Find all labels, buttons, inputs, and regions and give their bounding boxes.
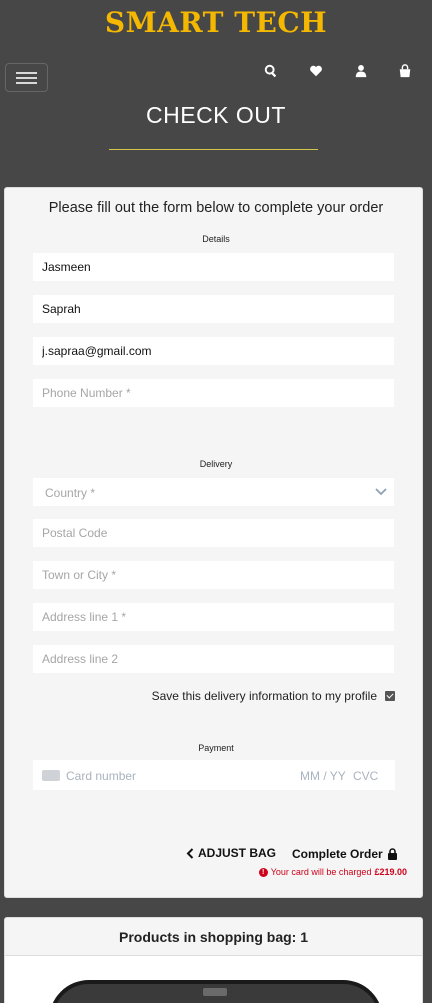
menu-toggle-button[interactable] [5, 63, 48, 92]
shopping-bag-summary-card: Products in shopping bag: 1 [4, 917, 423, 1003]
save-info-checkbox[interactable] [385, 691, 395, 701]
form-heading: Please fill out the form below to comple… [48, 200, 384, 216]
page-title: CHECK OUT [146, 102, 286, 128]
shopping-bag-icon[interactable] [398, 64, 414, 80]
card-payment-field[interactable]: Card number MM / YY CVC [33, 760, 395, 790]
phone-number-input[interactable] [33, 379, 394, 407]
last-name-input[interactable] [33, 295, 394, 323]
adjust-bag-button[interactable]: ADJUST BAG [186, 846, 276, 860]
search-icon[interactable] [264, 64, 280, 80]
alert-circle-icon: ! [258, 867, 268, 877]
lock-icon [387, 848, 397, 860]
address-line-2-input[interactable] [33, 645, 394, 673]
wishlist-heart-icon[interactable] [309, 64, 325, 80]
email-input[interactable] [33, 337, 394, 365]
country-select[interactable]: Country * [33, 478, 394, 506]
cvc-placeholder[interactable]: CVC [353, 769, 378, 783]
country-select-placeholder: Country * [45, 486, 96, 500]
complete-order-button[interactable]: Complete Order [292, 847, 398, 861]
details-section-label: Details [202, 234, 230, 244]
adjust-bag-label: ADJUST BAG [198, 846, 277, 860]
delivery-section-label: Delivery [199, 459, 233, 469]
address-line-1-input[interactable] [33, 603, 394, 631]
charge-amount: £219.00 [374, 867, 407, 877]
bag-summary-heading: Products in shopping bag: 1 [5, 918, 422, 956]
town-city-input[interactable] [33, 561, 394, 589]
charge-warning: ! Your card will be charged £219.00 [258, 867, 407, 877]
credit-card-icon [42, 770, 60, 781]
payment-section-label: Payment [198, 743, 234, 753]
first-name-input[interactable] [33, 253, 394, 281]
title-divider [109, 149, 318, 150]
card-number-placeholder[interactable]: Card number [66, 769, 136, 783]
user-account-icon[interactable] [354, 64, 370, 80]
product-image [49, 980, 383, 1003]
charge-warning-text: Your card will be charged [270, 867, 372, 877]
chevron-down-icon [375, 488, 387, 496]
save-info-row: Save this delivery information to my pro… [152, 689, 395, 703]
complete-order-label: Complete Order [292, 847, 383, 861]
chevron-left-icon [186, 847, 194, 859]
expiry-placeholder[interactable]: MM / YY [300, 769, 346, 783]
save-info-label: Save this delivery information to my pro… [151, 689, 377, 703]
postal-code-input[interactable] [33, 519, 394, 547]
brand-logo[interactable]: SMART TECH [0, 6, 432, 39]
